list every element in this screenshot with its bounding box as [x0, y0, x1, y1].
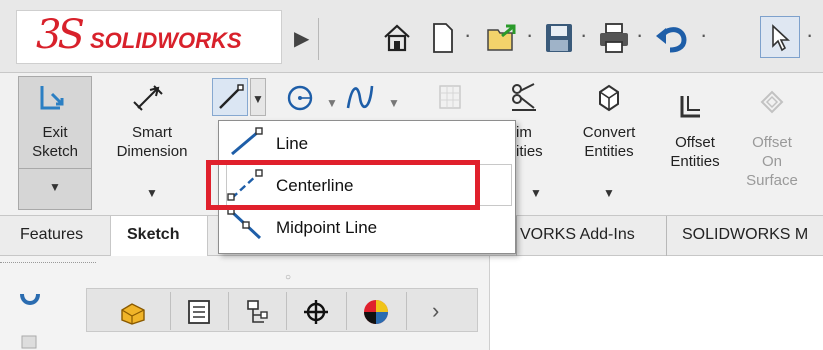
tab-divider — [346, 292, 347, 330]
exit-sketch-dropdown-icon[interactable]: ▼ — [49, 180, 61, 194]
tab-divider — [228, 292, 229, 330]
trim-entities-label-line2: ities — [516, 143, 543, 160]
menu-item-midpoint-line[interactable]: Midpoint Line — [276, 218, 377, 238]
save-dropdown-icon[interactable]: · — [580, 22, 587, 48]
tab-divider — [170, 292, 171, 330]
circle-dropdown-icon[interactable]: ▼ — [326, 96, 338, 110]
smart-dimension-icon — [133, 85, 163, 111]
history-icon — [21, 335, 37, 349]
convert-entities-label-line1: Convert — [582, 124, 636, 141]
open-icon[interactable] — [486, 22, 520, 54]
print-dropdown-icon[interactable]: · — [636, 22, 643, 48]
exit-sketch-label-line2: Sketch — [32, 143, 78, 160]
brand-name: SOLIDWORKS — [90, 28, 242, 53]
trim-entities-icon — [512, 83, 536, 111]
configuration-manager-tab-icon[interactable] — [244, 298, 270, 326]
dimxpert-manager-tab-icon[interactable] — [302, 298, 330, 326]
offset-on-surface-label-line1: Offset — [752, 134, 792, 151]
spline-icon[interactable] — [344, 82, 376, 112]
save-icon[interactable] — [544, 22, 574, 54]
separator — [318, 18, 319, 60]
undo-icon[interactable] — [654, 22, 690, 54]
new-document-icon[interactable] — [432, 22, 454, 54]
offset-entities-label-line2: Entities — [670, 153, 720, 170]
new-dropdown-icon[interactable]: · — [464, 22, 471, 48]
spline-dropdown-icon[interactable]: ▼ — [388, 96, 400, 110]
circle-icon[interactable] — [284, 82, 316, 112]
print-icon[interactable] — [598, 22, 630, 54]
undo-dropdown-icon[interactable]: · — [700, 22, 707, 48]
tab-features[interactable]: Features — [20, 226, 83, 244]
property-manager-tab-icon[interactable] — [186, 298, 212, 326]
offset-on-surface-label-line3: Surface — [746, 172, 798, 189]
line-dropdown-icon: ▼ — [252, 92, 264, 106]
home-icon[interactable] — [382, 22, 412, 54]
ds-logo-mark: 3S — [36, 12, 85, 58]
midpoint-line-icon — [227, 207, 262, 240]
offset-entities-icon — [680, 96, 700, 118]
menu-item-line[interactable]: Line — [276, 134, 308, 154]
smart-dimension-label-line2: Dimension — [116, 143, 188, 160]
offset-on-surface-icon — [760, 90, 784, 114]
splitter-handle-icon[interactable]: ○ — [285, 272, 291, 283]
menu-expand-arrow-icon[interactable]: ▶ — [294, 26, 309, 51]
select-dropdown-icon[interactable]: · — [806, 22, 813, 48]
feature-manager-tab-icon[interactable] — [118, 298, 148, 326]
tab-solidworks-add-ins[interactable]: VORKS Add-Ins — [520, 226, 635, 244]
exit-sketch-label-line1: Exit — [42, 124, 68, 141]
open-dropdown-icon[interactable]: · — [526, 22, 533, 48]
trim-entities-label-line1: im — [516, 124, 532, 141]
line-item-icon — [231, 127, 263, 156]
offset-on-surface-label-line2: On — [761, 153, 782, 170]
tab-sketch[interactable]: Sketch — [127, 226, 179, 244]
line-icon — [219, 84, 244, 109]
select-icon — [772, 24, 791, 52]
trim-entities-dropdown-icon[interactable]: ▼ — [530, 186, 542, 200]
convert-entities-icon — [599, 84, 619, 112]
tab-separator — [666, 216, 667, 256]
panel-grip — [0, 262, 96, 265]
tab-divider — [286, 292, 287, 330]
rectangle-grid-icon — [439, 85, 461, 109]
tab-divider — [406, 292, 407, 330]
tab-solidworks-mbd[interactable]: SOLIDWORKS M — [682, 226, 808, 244]
smart-dimension-label-line1: Smart — [131, 124, 172, 141]
part-icon — [20, 293, 40, 305]
chevron-right-icon[interactable]: › — [432, 298, 439, 324]
exit-sketch-divider — [19, 168, 91, 169]
exit-sketch-icon — [40, 86, 64, 110]
convert-entities-dropdown-icon[interactable]: ▼ — [603, 186, 615, 200]
smart-dimension-dropdown-icon[interactable]: ▼ — [146, 186, 158, 200]
tab-separator — [516, 216, 517, 256]
display-manager-tab-icon[interactable] — [362, 298, 390, 326]
offset-entities-label-line1: Offset — [675, 134, 715, 151]
convert-entities-label-line2: Entities — [584, 143, 634, 160]
centerline-highlight-box — [206, 160, 480, 210]
